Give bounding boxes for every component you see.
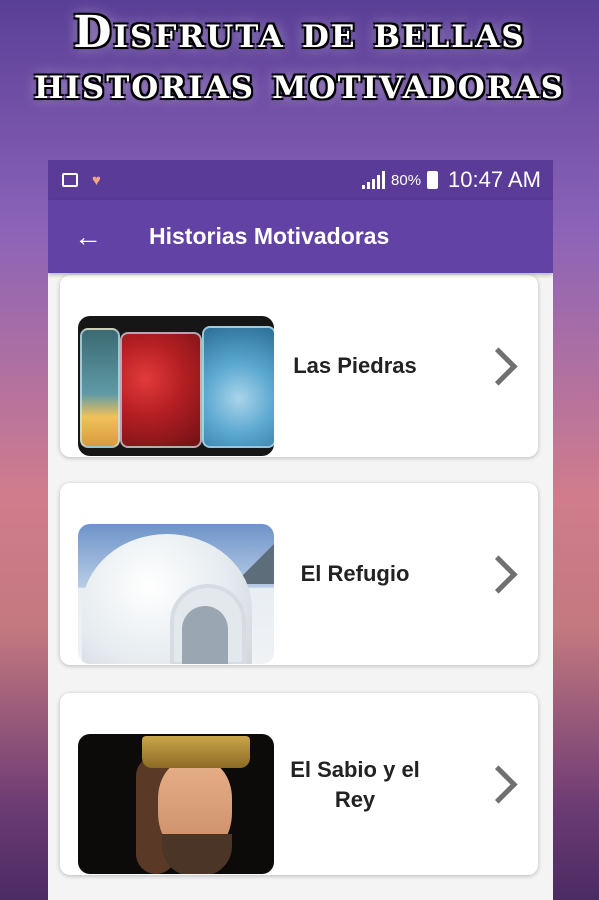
story-card-el-sabio-y-el-rey[interactable]: El Sabio y el Rey bbox=[60, 693, 538, 875]
story-title: Las Piedras bbox=[293, 353, 417, 378]
story-thumbnail-jars bbox=[78, 316, 274, 456]
status-time: 10:47 AM bbox=[448, 167, 541, 192]
page-title: Historias Motivadoras bbox=[149, 223, 390, 249]
chevron-right-icon[interactable] bbox=[479, 765, 518, 804]
image-notification-icon bbox=[62, 173, 78, 187]
story-thumbnail-igloo bbox=[78, 524, 274, 664]
banner-line-1: Disfruta de bellas bbox=[73, 7, 526, 58]
battery-percent: 80% bbox=[391, 171, 422, 189]
story-thumbnail-king bbox=[78, 734, 274, 874]
chevron-right-icon[interactable] bbox=[479, 347, 518, 386]
back-arrow-icon[interactable]: ← bbox=[74, 221, 114, 253]
promo-banner: Disfruta de bellas historias motivadoras bbox=[0, 8, 599, 110]
battery-icon bbox=[427, 171, 439, 189]
status-bar: ♥ 80% 10:47 AM bbox=[48, 160, 553, 200]
story-title: El Refugio bbox=[300, 561, 410, 586]
story-title: El Sabio y el Rey bbox=[290, 757, 420, 812]
app-toolbar: ← Historias Motivadoras bbox=[48, 200, 553, 273]
signal-icon bbox=[362, 171, 386, 189]
phone-screen: ♥ 80% 10:47 AM ← Historias Motivadoras L… bbox=[48, 160, 553, 900]
heart-notification-icon: ♥ bbox=[92, 171, 101, 189]
chevron-right-icon[interactable] bbox=[479, 555, 518, 594]
story-list[interactable]: Las Piedras El Refugio El Sabio y el Rey bbox=[48, 273, 553, 900]
story-card-las-piedras[interactable]: Las Piedras bbox=[60, 275, 538, 457]
banner-line-2: historias motivadoras bbox=[34, 58, 565, 109]
story-card-el-refugio[interactable]: El Refugio bbox=[60, 483, 538, 665]
